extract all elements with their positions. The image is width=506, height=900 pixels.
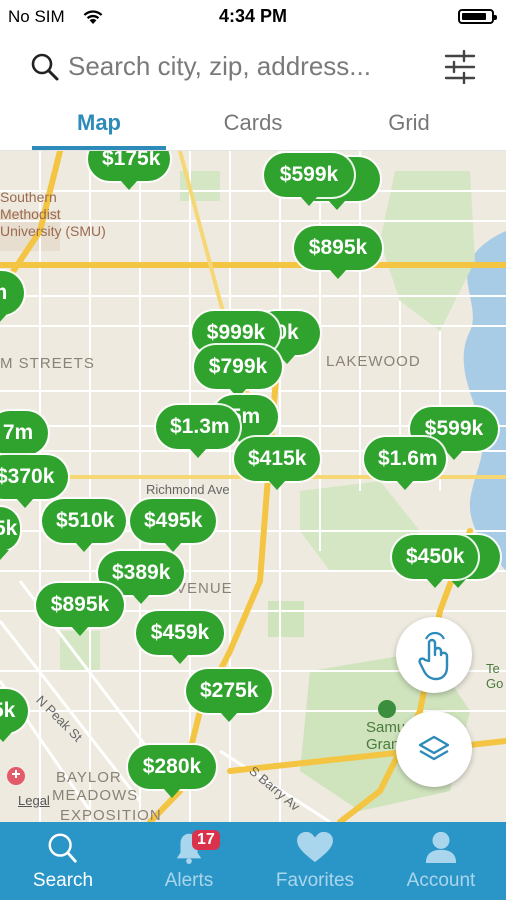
tab-map[interactable]: Map	[32, 110, 166, 136]
nav-favorites[interactable]: Favorites	[252, 822, 378, 900]
map-label-m-streets: M STREETS	[0, 355, 95, 372]
map-label-baylor: BAYLOR	[56, 769, 122, 786]
nav-favorites-label: Favorites	[275, 870, 355, 891]
clock: 4:34 PM	[218, 6, 288, 26]
map-label-richmond-ave: Richmond Ave	[146, 482, 230, 497]
price-pin[interactable]: $450k	[392, 535, 478, 588]
map-view[interactable]: Southern Methodist University (SMU) M ST…	[0, 151, 506, 822]
search-icon	[48, 833, 77, 863]
nav-account[interactable]: Account	[378, 822, 504, 900]
search-bar[interactable]: Search city, zip, address...	[0, 38, 506, 98]
nav-search-label: Search	[32, 870, 94, 891]
price-pin[interactable]: $799k	[194, 345, 282, 398]
map-label-smu: Southern Methodist University (SMU)	[0, 189, 106, 239]
price-pin[interactable]: $370k	[0, 455, 68, 508]
price-pin[interactable]: 7m	[0, 411, 48, 464]
map-label-exposition: EXPOSITION	[60, 807, 162, 822]
price-pin[interactable]: $415k	[234, 437, 320, 490]
search-icon	[31, 53, 59, 81]
legal-link[interactable]: Legal	[18, 793, 50, 808]
draw-area-button[interactable]	[396, 617, 472, 693]
tab-cards[interactable]: Cards	[186, 110, 320, 136]
price-pin[interactable]: $895k	[294, 226, 382, 279]
price-pin[interactable]: $510k	[42, 499, 126, 552]
map-layers-button[interactable]	[396, 711, 472, 787]
layers-icon	[418, 735, 450, 761]
nav-account-label: Account	[406, 870, 476, 891]
view-tabs: Map Cards Grid	[0, 104, 506, 151]
map-label-meadows: MEADOWS	[52, 787, 139, 804]
price-pin[interactable]: $495k	[130, 499, 216, 552]
price-pin[interactable]: $1.3m	[156, 405, 240, 458]
filter-sliders-icon[interactable]	[444, 50, 476, 84]
active-tab-indicator	[32, 146, 166, 150]
bottom-tab-bar: Search 17 Alerts Favorites Account	[0, 822, 506, 900]
price-pin[interactable]: $599k	[264, 153, 354, 206]
price-pin[interactable]: $459k	[136, 611, 224, 664]
search-input[interactable]: Search city, zip, address...	[68, 51, 371, 82]
tab-grid[interactable]: Grid	[342, 110, 476, 136]
price-pin[interactable]: $280k	[128, 745, 216, 798]
person-icon	[425, 831, 457, 864]
nav-alerts[interactable]: 17 Alerts	[126, 822, 252, 900]
bell-icon	[176, 833, 202, 864]
price-pin[interactable]: $895k	[36, 583, 124, 636]
status-bar: No SIM 4:34 PM	[0, 0, 506, 34]
heart-icon	[297, 831, 333, 863]
battery-icon	[458, 9, 497, 24]
hand-draw-icon	[418, 631, 449, 681]
alerts-badge: 17	[192, 830, 220, 850]
map-label-te-go: Te Go	[486, 661, 504, 691]
price-pin[interactable]: $1.6m	[364, 437, 446, 490]
nav-alerts-label: Alerts	[164, 870, 214, 891]
map-label-lakewood: LAKEWOOD	[326, 353, 421, 370]
price-pin[interactable]: $275k	[186, 669, 272, 722]
price-pin[interactable]: $175k	[88, 151, 170, 190]
nav-search[interactable]: Search	[0, 822, 126, 900]
map-label-venue: VENUE	[176, 580, 233, 597]
